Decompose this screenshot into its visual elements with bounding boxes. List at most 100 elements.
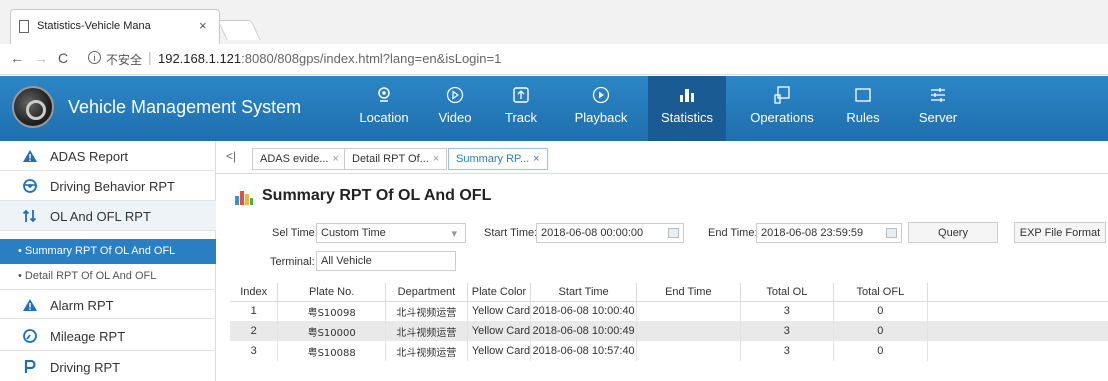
cell-total-ol: 3 bbox=[740, 321, 835, 341]
browser-tab[interactable]: Statistics-Vehicle Mana × bbox=[10, 9, 220, 45]
collapse-sidebar-icon[interactable]: <| bbox=[226, 149, 236, 163]
cell-department: 北斗视频运营 bbox=[385, 301, 468, 321]
cell-start-time: 2018-06-08 10:57:40 bbox=[530, 341, 638, 361]
menu-server[interactable]: Server bbox=[908, 76, 968, 141]
chevron-down-icon: ▾ bbox=[451, 228, 457, 240]
cell-total-ofl: 0 bbox=[833, 321, 928, 341]
sidebar: ADAS Report Driving Behavior RPT OL And … bbox=[0, 141, 216, 381]
table-row[interactable]: 3 粤S10088 北斗视频运营 Yellow Card 2018-06-08 … bbox=[230, 341, 1108, 361]
menu-location[interactable]: Location bbox=[352, 76, 416, 141]
calendar-icon[interactable] bbox=[668, 228, 679, 238]
menu-track[interactable]: Track bbox=[496, 76, 546, 141]
menu-video[interactable]: Video bbox=[430, 76, 480, 141]
sidebar-item-adas-report[interactable]: ADAS Report bbox=[0, 141, 216, 171]
column-header[interactable]: Index bbox=[230, 283, 279, 302]
column-header[interactable]: Total OL bbox=[740, 283, 835, 302]
menu-statistics-label: Statistics bbox=[660, 110, 713, 125]
terminal-input[interactable]: All Vehicle bbox=[316, 251, 456, 271]
table-header-row: Index Plate No. Department Plate Color S… bbox=[230, 283, 1108, 302]
sidebar-item-alarm-rpt[interactable]: Alarm RPT bbox=[0, 289, 216, 319]
warning-triangle-icon bbox=[23, 150, 37, 162]
menu-operations[interactable]: Operations bbox=[742, 76, 822, 141]
table-row[interactable]: 2 粤S10000 北斗视频运营 Yellow Card 2018-06-08 … bbox=[230, 321, 1108, 341]
close-icon[interactable]: × bbox=[433, 153, 439, 165]
menu-playback[interactable]: Playback bbox=[566, 76, 636, 141]
cell-plate-color: Yellow Card bbox=[467, 341, 532, 361]
cell-department: 北斗视频运营 bbox=[385, 321, 468, 341]
tab-adas-evidence[interactable]: ADAS evide... × bbox=[252, 148, 347, 170]
cell-index: 1 bbox=[230, 301, 279, 321]
sidebar-item-ol-ofl[interactable]: OL And OFL RPT bbox=[0, 201, 216, 231]
cell-total-ol: 3 bbox=[740, 301, 835, 321]
page-title: Summary RPT Of OL And OFL bbox=[262, 187, 492, 204]
sidebar-item-label: Driving Behavior RPT bbox=[50, 179, 175, 194]
rules-icon bbox=[855, 88, 871, 102]
start-time-input[interactable]: 2018-06-08 00:00:00 bbox=[536, 223, 684, 243]
cell-plate-color: Yellow Card bbox=[467, 301, 532, 321]
menu-track-label: Track bbox=[504, 110, 538, 125]
calendar-icon[interactable] bbox=[886, 228, 897, 238]
menu-rules[interactable]: Rules bbox=[838, 76, 888, 141]
url-field[interactable]: i 不安全 | 192.168.1.121:8080/808gps/index.… bbox=[82, 48, 1092, 70]
close-icon[interactable]: × bbox=[533, 153, 539, 165]
url-text: 192.168.1.121:8080/808gps/index.html?lan… bbox=[158, 51, 501, 66]
column-header[interactable]: End Time bbox=[636, 283, 741, 302]
url-path: :8080/808gps/index.html?lang=en&isLogin=… bbox=[241, 51, 502, 66]
sidebar-subitem-summary-rpt[interactable]: • Summary RPT Of OL And OFL bbox=[0, 239, 216, 264]
export-file-format-button[interactable]: EXP File Format bbox=[1014, 222, 1106, 243]
query-button[interactable]: Query bbox=[908, 222, 998, 243]
page-icon bbox=[19, 20, 29, 33]
tab-detail-rpt[interactable]: Detail RPT Of... × bbox=[344, 148, 448, 170]
close-tab-icon[interactable]: × bbox=[199, 18, 207, 33]
sel-time-select[interactable]: Custom Time ▾ bbox=[316, 223, 466, 243]
sidebar-item-label: Alarm RPT bbox=[50, 298, 114, 313]
cell-end-time bbox=[636, 301, 741, 321]
back-arrow-icon[interactable]: ← bbox=[10, 50, 24, 66]
tab-summary-rpt[interactable]: Summary RP... × bbox=[448, 148, 548, 170]
cell-total-ofl: 0 bbox=[833, 301, 928, 321]
sidebar-item-driving-rpt[interactable]: Driving RPT bbox=[0, 352, 216, 381]
sel-time-label: Sel Time: bbox=[272, 227, 318, 239]
cell-end-time bbox=[636, 341, 741, 361]
report-chart-icon bbox=[235, 191, 253, 205]
end-time-input[interactable]: 2018-06-08 23:59:59 bbox=[756, 223, 902, 243]
tab-label: Summary RP... bbox=[456, 153, 530, 165]
menu-video-label: Video bbox=[438, 110, 472, 125]
table-row[interactable]: 1 粤S10098 北斗视频运营 Yellow Card 2018-06-08 … bbox=[230, 301, 1108, 321]
tab-label: Detail RPT Of... bbox=[352, 153, 429, 165]
menu-statistics[interactable]: Statistics bbox=[648, 76, 726, 141]
menu-rules-label: Rules bbox=[846, 110, 880, 125]
info-icon[interactable]: i bbox=[88, 51, 101, 64]
summary-table: Index Plate No. Department Plate Color S… bbox=[230, 283, 1108, 361]
cell-filler bbox=[927, 321, 1108, 341]
cell-total-ofl: 0 bbox=[833, 341, 928, 361]
sidebar-item-driving-behavior[interactable]: Driving Behavior RPT bbox=[0, 171, 216, 201]
column-header[interactable]: Plate Color bbox=[467, 283, 532, 302]
column-header[interactable]: Start Time bbox=[530, 283, 638, 302]
menu-playback-label: Playback bbox=[574, 110, 628, 125]
new-tab-button[interactable] bbox=[217, 20, 261, 40]
column-header[interactable]: Total OFL bbox=[833, 283, 928, 302]
url-host: 192.168.1.121 bbox=[158, 51, 242, 66]
up-down-arrows-icon bbox=[22, 209, 37, 223]
reload-icon[interactable]: C bbox=[58, 50, 68, 66]
close-icon[interactable]: × bbox=[332, 153, 338, 165]
cell-department: 北斗视频运营 bbox=[385, 341, 468, 361]
sel-time-value: Custom Time bbox=[321, 227, 386, 239]
playback-icon bbox=[592, 86, 610, 104]
column-header[interactable]: Department bbox=[385, 283, 468, 302]
forward-arrow-icon[interactable]: → bbox=[34, 50, 48, 66]
menu-operations-label: Operations bbox=[750, 110, 814, 125]
sidebar-subitem-text: Detail RPT Of OL And OFL bbox=[24, 270, 157, 282]
video-play-icon bbox=[446, 86, 464, 104]
sidebar-subitem-label: • Detail RPT Of OL And OFL bbox=[18, 270, 157, 282]
end-time-label: End Time: bbox=[708, 227, 758, 239]
security-label: 不安全 bbox=[106, 53, 143, 67]
terminal-value: All Vehicle bbox=[321, 255, 372, 267]
sidebar-item-mileage-rpt[interactable]: Mileage RPT bbox=[0, 321, 216, 351]
address-bar: ← → C i 不安全 | 192.168.1.121:8080/808gps/… bbox=[0, 44, 1108, 75]
p-letter-icon bbox=[24, 360, 36, 373]
sidebar-subitem-detail-rpt[interactable]: • Detail RPT Of OL And OFL bbox=[0, 264, 216, 289]
column-header[interactable]: Plate No. bbox=[277, 283, 386, 302]
server-icon bbox=[931, 88, 945, 102]
